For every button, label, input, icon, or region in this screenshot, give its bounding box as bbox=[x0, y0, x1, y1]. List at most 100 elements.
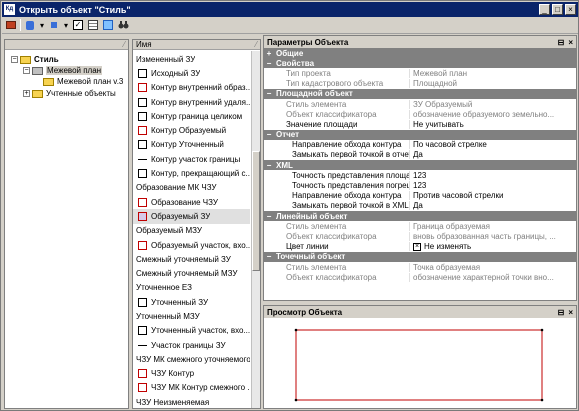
property-value[interactable]: 123 bbox=[409, 170, 576, 180]
list-item[interactable]: ЧЗУ Неизменяемая bbox=[133, 395, 250, 408]
property-value[interactable]: Да bbox=[409, 201, 576, 211]
color-swatch-icon bbox=[138, 83, 147, 93]
collapse-icon[interactable]: − bbox=[264, 89, 274, 98]
collapse-icon[interactable]: − bbox=[264, 59, 274, 68]
property-row[interactable]: Объект классификатора вновь образованная … bbox=[264, 231, 576, 241]
list-item[interactable]: Уточненный участок, вхо... bbox=[133, 324, 250, 338]
view-icon[interactable] bbox=[102, 19, 114, 31]
property-category[interactable]: − Линейный объект bbox=[264, 211, 576, 222]
close-icon[interactable]: × bbox=[568, 38, 573, 47]
property-row[interactable]: Значение площади Не учитывать bbox=[264, 119, 576, 129]
list-item[interactable]: Контур Образуемый bbox=[133, 123, 250, 137]
property-key: Объект классификатора bbox=[286, 109, 377, 119]
property-row[interactable]: Объект классификатора обозначение образуе… bbox=[264, 109, 576, 119]
tree-node-mezh[interactable]: − Межевой план bbox=[23, 65, 103, 76]
property-row[interactable]: Цвет линии × Не изменять bbox=[264, 242, 576, 252]
list-item[interactable]: Исходный ЗУ bbox=[133, 66, 250, 80]
column-header-name[interactable]: Имя bbox=[136, 40, 152, 49]
property-row[interactable]: Направление обхода контура Против часовой… bbox=[264, 191, 576, 201]
list-item[interactable]: Контур, прекращающий с... bbox=[133, 166, 250, 180]
property-row[interactable]: Точность представления площади 123 bbox=[264, 170, 576, 180]
list-item[interactable]: Контур внутренний удаля... bbox=[133, 95, 250, 109]
checkbox-icon[interactable]: ✓ bbox=[72, 19, 84, 31]
list-item[interactable]: ЧЗУ МК смежного уточняемого bbox=[133, 352, 250, 366]
collapse-icon[interactable]: − bbox=[264, 130, 274, 139]
collapse-icon[interactable]: − bbox=[264, 252, 274, 261]
list-item[interactable]: Уточненное ЕЗ bbox=[133, 281, 250, 295]
list-item[interactable]: Образование ЧЗУ bbox=[133, 195, 250, 209]
property-row[interactable]: Замыкать первой точкой в XML Да bbox=[264, 201, 576, 211]
property-category[interactable]: − Площадной объект bbox=[264, 88, 576, 99]
preview-contour bbox=[295, 329, 543, 401]
property-category[interactable]: − Отчет bbox=[264, 129, 576, 140]
property-row[interactable]: Тип проекта Межевой план bbox=[264, 68, 576, 78]
list-item[interactable]: Образование МК ЧЗУ bbox=[133, 181, 250, 195]
property-value: Граница образуемая bbox=[409, 221, 576, 231]
property-row[interactable]: Направление обхода контура По часовой стр… bbox=[264, 140, 576, 150]
property-category-label: Отчет bbox=[276, 130, 300, 140]
tree-node-mezh-v3[interactable]: Межевой план v.3 bbox=[43, 76, 123, 87]
binoculars-icon[interactable] bbox=[117, 19, 129, 31]
property-category[interactable]: − Свойства bbox=[264, 58, 576, 69]
list-item[interactable]: Измененный ЗУ bbox=[133, 52, 250, 66]
pin-icon[interactable]: ⊟ bbox=[558, 38, 565, 47]
list-item[interactable]: Уточненный МЗУ bbox=[133, 309, 250, 323]
property-row[interactable]: Объект классификатора обозначение характе… bbox=[264, 272, 576, 282]
property-value[interactable]: Да bbox=[409, 150, 576, 160]
collapse-icon[interactable]: − bbox=[23, 67, 30, 74]
tree-header: ⁄ bbox=[5, 40, 128, 50]
list-item[interactable]: Контур участок границы bbox=[133, 152, 250, 166]
property-key: Цвет линии bbox=[286, 242, 329, 252]
property-row[interactable]: Стиль элемента Точка образуемая bbox=[264, 262, 576, 272]
chevron-down-icon[interactable]: ▾ bbox=[39, 19, 45, 31]
list-item[interactable]: Уточненный ЗУ bbox=[133, 295, 250, 309]
property-category[interactable]: − XML bbox=[264, 160, 576, 171]
property-row[interactable]: Замыкать первой точкой в отчете Да bbox=[264, 150, 576, 160]
property-category[interactable]: + Общие bbox=[264, 48, 576, 59]
pin-icon[interactable]: ⊟ bbox=[558, 308, 565, 317]
open-icon[interactable] bbox=[5, 19, 17, 31]
property-value[interactable]: Не учитывать bbox=[409, 119, 576, 129]
property-value[interactable]: × Не изменять bbox=[409, 242, 576, 252]
tree-node-uchtennye[interactable]: + Учтенные объекты bbox=[23, 88, 116, 99]
collapse-icon[interactable]: − bbox=[264, 161, 274, 170]
preview-point bbox=[540, 398, 544, 402]
scrollbar-thumb[interactable] bbox=[252, 151, 260, 271]
collapse-icon[interactable]: − bbox=[11, 56, 18, 63]
property-row[interactable]: Стиль элемента ЗУ Образуемый bbox=[264, 99, 576, 109]
list-item[interactable]: Контур внутренний образ... bbox=[133, 81, 250, 95]
property-value[interactable]: Против часовой стрелки bbox=[409, 191, 576, 201]
list-item[interactable]: Образуемый ЗУ bbox=[133, 209, 250, 224]
expand-icon[interactable]: + bbox=[23, 90, 30, 97]
close-icon[interactable]: × bbox=[568, 308, 573, 317]
list-item[interactable]: ЧЗУ МК Контур смежного ... bbox=[133, 381, 250, 395]
collapse-icon[interactable]: − bbox=[264, 212, 274, 221]
property-row[interactable]: Тип кадастрового объекта Площадной bbox=[264, 79, 576, 89]
list-scrollbar[interactable] bbox=[251, 51, 260, 408]
list-item[interactable]: Образуемый участок, вхо... bbox=[133, 238, 250, 252]
close-button[interactable]: × bbox=[565, 4, 576, 15]
list-item-label: Образуемый ЗУ bbox=[151, 211, 211, 221]
checkbox-icon[interactable]: × bbox=[413, 243, 421, 252]
property-value[interactable]: По часовой стрелке bbox=[409, 140, 576, 150]
list-item[interactable]: Смежный уточняемый ЗУ bbox=[133, 252, 250, 266]
list-item[interactable]: Участок границы ЗУ bbox=[133, 338, 250, 352]
list-item[interactable]: Образуемый МЗУ bbox=[133, 224, 250, 238]
property-row[interactable]: Точность представления погрешност...123 bbox=[264, 180, 576, 191]
tree-node-root[interactable]: − Стиль bbox=[11, 54, 59, 65]
property-row[interactable]: Стиль элемента Граница образуемая bbox=[264, 221, 576, 231]
new-icon[interactable] bbox=[48, 19, 60, 31]
db-icon[interactable] bbox=[24, 19, 36, 31]
chevron-down-icon[interactable]: ▾ bbox=[63, 19, 69, 31]
list-item[interactable]: ЧЗУ Контур bbox=[133, 367, 250, 381]
minimize-button[interactable]: _ bbox=[539, 4, 550, 15]
property-value[interactable]: 123 bbox=[409, 181, 576, 191]
list-item-label: Участок границы ЗУ bbox=[151, 340, 226, 350]
list-item[interactable]: Смежный уточняемый МЗУ bbox=[133, 266, 250, 280]
list-item[interactable]: Контур граница целиком bbox=[133, 109, 250, 123]
expand-icon[interactable]: + bbox=[264, 49, 274, 58]
list-view-icon[interactable] bbox=[87, 19, 99, 31]
property-category[interactable]: − Точечный объект bbox=[264, 251, 576, 262]
maximize-button[interactable]: □ bbox=[552, 4, 563, 15]
list-item[interactable]: Контур Уточненный bbox=[133, 138, 250, 152]
